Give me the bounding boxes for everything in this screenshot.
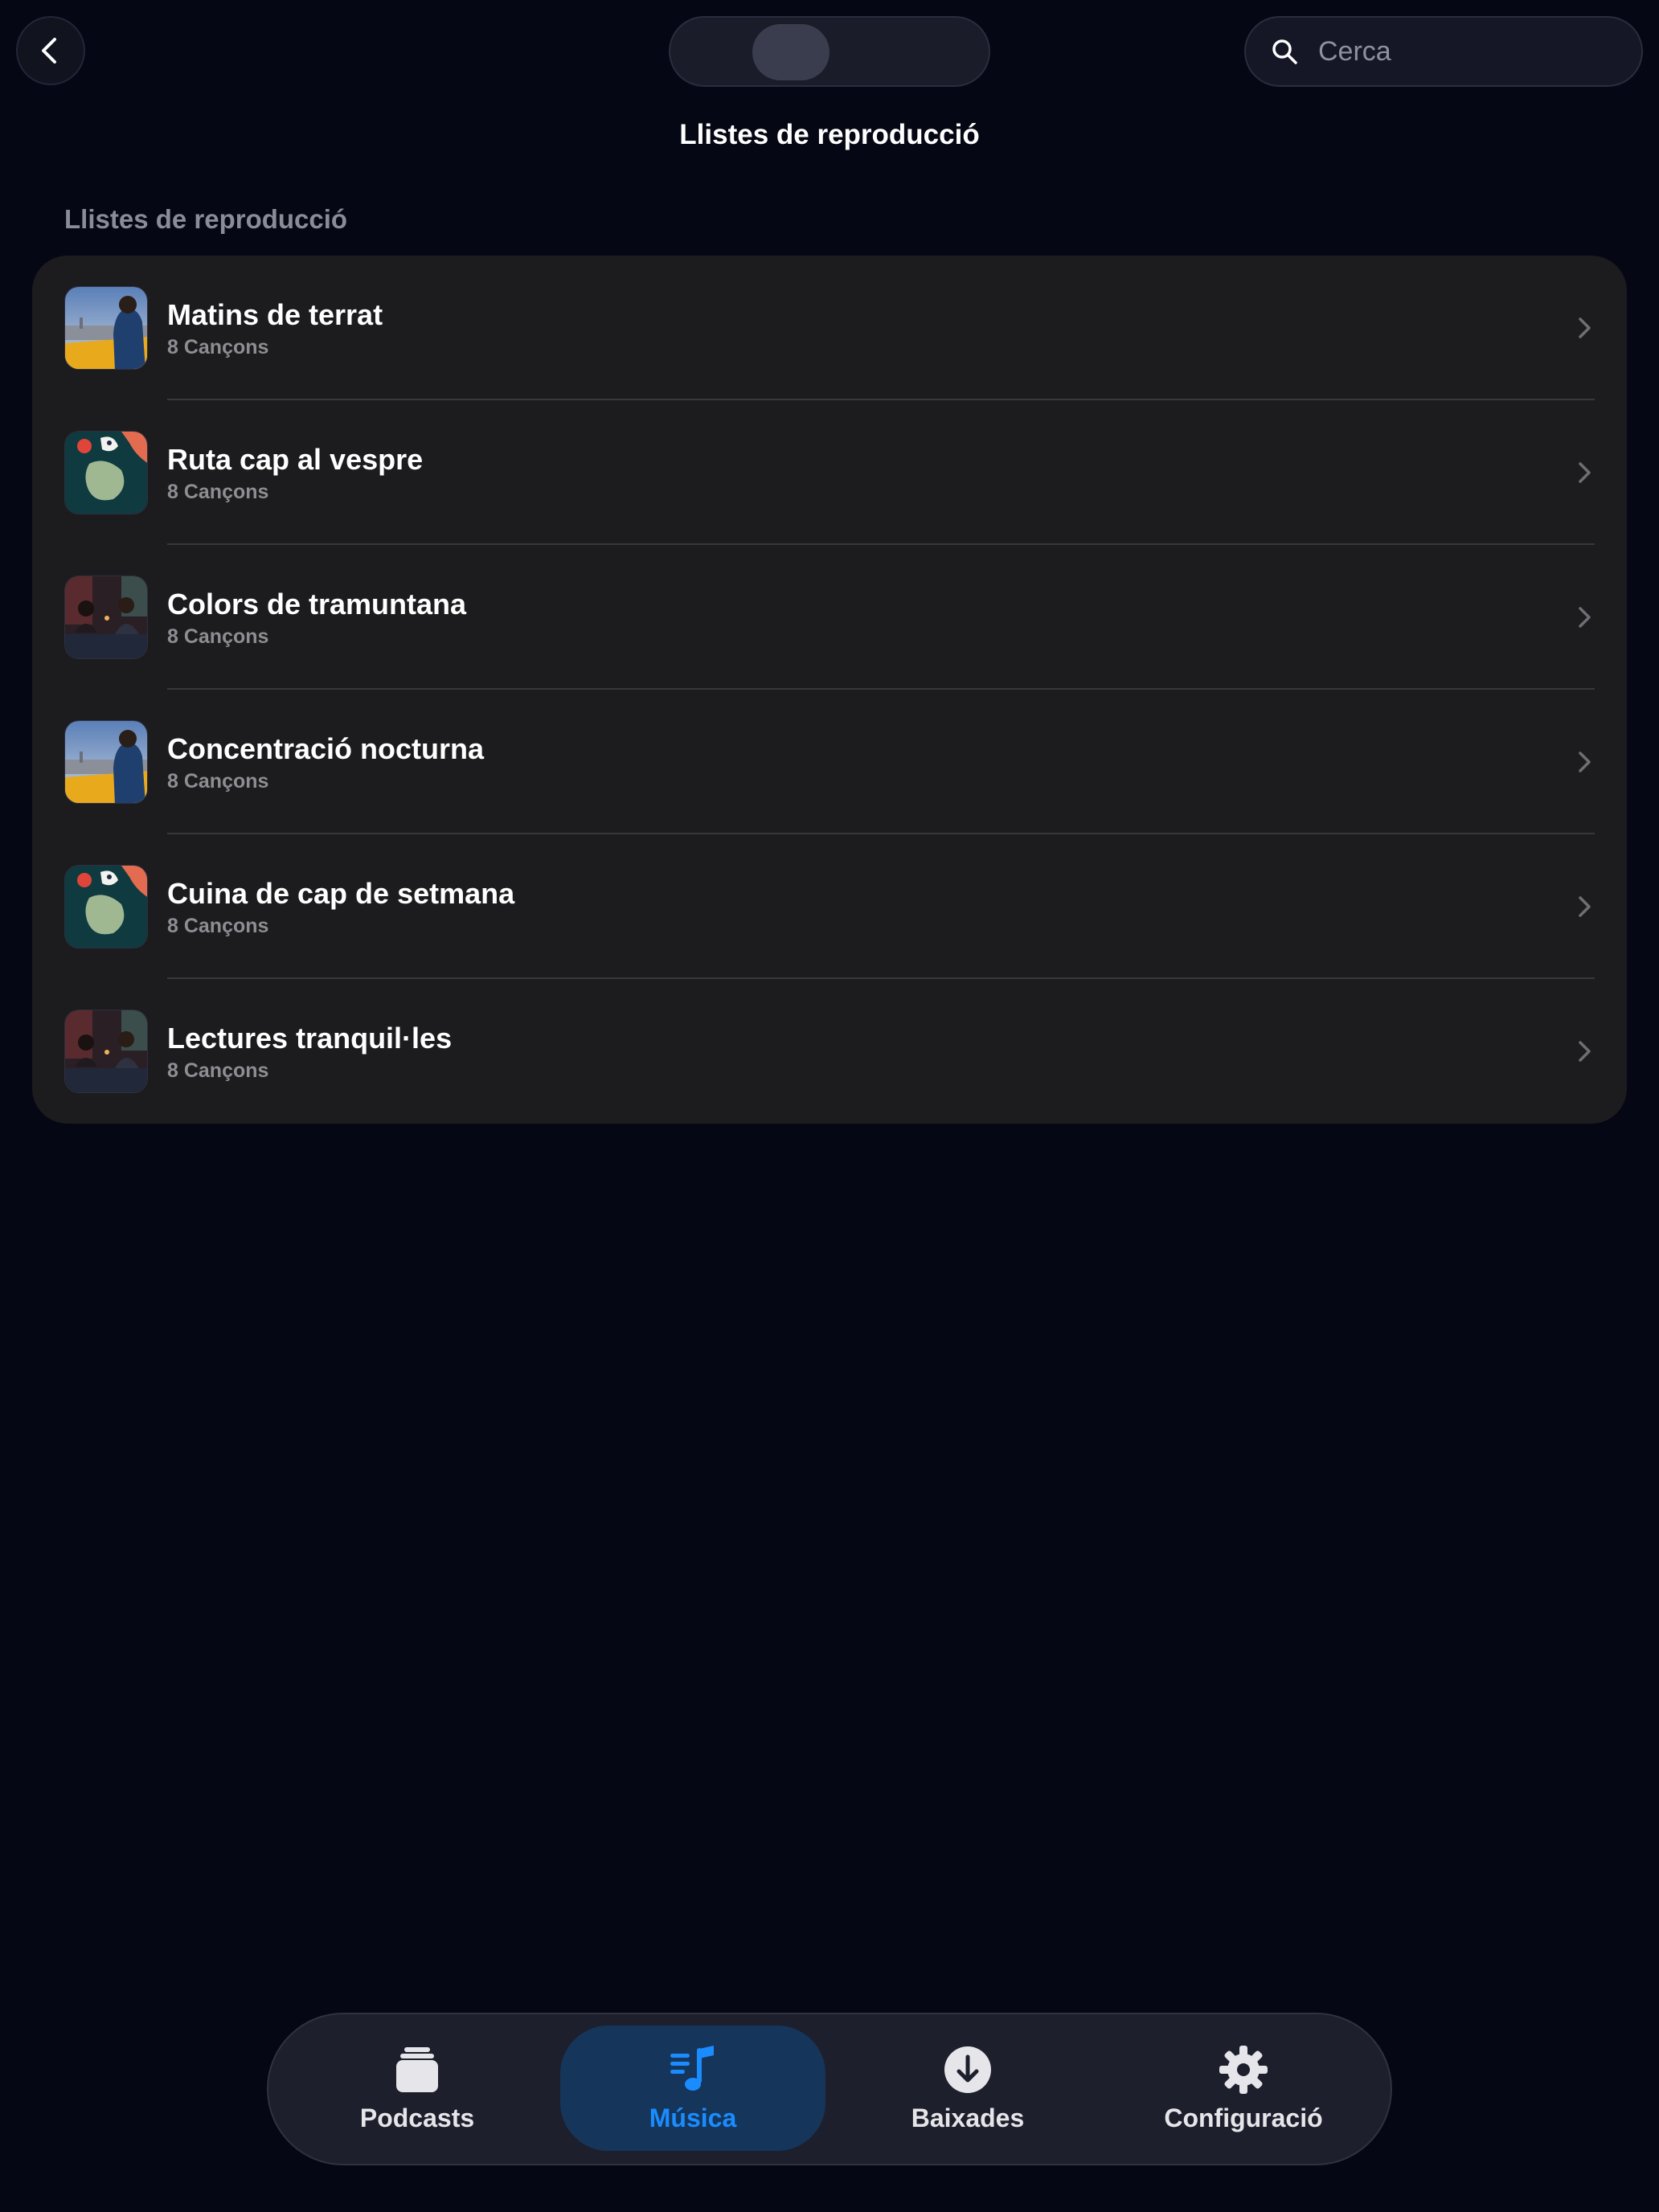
playlist-subtitle: 8 Cançons bbox=[167, 914, 269, 937]
tab-baixades[interactable]: Baixades bbox=[835, 2026, 1100, 2151]
playlist-subtitle: 8 Cançons bbox=[167, 480, 269, 503]
playlist-title: Lectures tranquil·les bbox=[167, 1021, 453, 1055]
chevron-left-icon bbox=[42, 38, 56, 63]
tab-label: Baixades bbox=[911, 2103, 1025, 2132]
gear-icon bbox=[1219, 2045, 1268, 2094]
tab-podcasts[interactable]: Podcasts bbox=[285, 2026, 550, 2151]
tab-label: Configuració bbox=[1164, 2103, 1323, 2132]
search-icon bbox=[1272, 39, 1297, 64]
download-icon bbox=[944, 2046, 991, 2093]
playlist-subtitle: 8 Cançons bbox=[167, 769, 269, 793]
playlist-row[interactable]: Cuina de cap de setmana 8 Cançons bbox=[32, 834, 1627, 979]
chevron-right-icon bbox=[1579, 1041, 1591, 1062]
chevron-right-icon bbox=[1579, 752, 1591, 772]
tab-bar: Podcasts Música Baixades Configuració bbox=[267, 2013, 1392, 2165]
chevron-right-icon bbox=[1579, 607, 1591, 628]
section-header: Llistes de reproducció bbox=[64, 204, 348, 234]
chevron-right-icon bbox=[1579, 462, 1591, 483]
playlist-row[interactable]: Ruta cap al vespre 8 Cançons bbox=[32, 400, 1627, 545]
abstract-artwork bbox=[64, 865, 148, 948]
tab-configuracio[interactable]: Configuració bbox=[1111, 2026, 1376, 2151]
playlist-title: Matins de terrat bbox=[167, 297, 383, 331]
search-input[interactable] bbox=[1317, 35, 1625, 68]
dinner-artwork bbox=[64, 576, 148, 659]
abstract-artwork bbox=[64, 431, 148, 514]
chevron-right-icon bbox=[1579, 317, 1591, 338]
rooftop-artwork bbox=[64, 720, 148, 804]
playlist-title: Colors de tramuntana bbox=[167, 587, 467, 621]
rooftop-artwork bbox=[64, 286, 148, 370]
playlist-title: Concentració nocturna bbox=[167, 731, 485, 765]
playlist-subtitle: 8 Cançons bbox=[167, 1059, 269, 1082]
search-field[interactable] bbox=[1244, 16, 1643, 87]
playlist-title: Ruta cap al vespre bbox=[167, 442, 424, 476]
playlist-subtitle: 8 Cançons bbox=[167, 625, 269, 648]
page-title: Llistes de reproducció bbox=[679, 119, 980, 150]
tab-musica[interactable]: Música bbox=[560, 2026, 825, 2151]
playlist-list: Matins de terrat 8 Cançons Ruta cap al v… bbox=[32, 256, 1627, 1124]
segmented-thumb[interactable] bbox=[752, 24, 830, 80]
dinner-artwork bbox=[64, 1010, 148, 1093]
playlists-screen: Llistes de reproducció Llistes de reprod… bbox=[0, 0, 1659, 2212]
segmented-control[interactable] bbox=[669, 16, 990, 87]
playlist-row[interactable]: Lectures tranquil·les 8 Cançons bbox=[32, 979, 1627, 1124]
tab-label: Podcasts bbox=[359, 2103, 475, 2132]
music-list-icon bbox=[670, 2045, 714, 2091]
playlist-title: Cuina de cap de setmana bbox=[167, 876, 515, 910]
stack-icon bbox=[396, 2046, 438, 2092]
playlist-row[interactable]: Colors de tramuntana 8 Cançons bbox=[32, 545, 1627, 690]
back-button[interactable] bbox=[16, 16, 85, 85]
playlist-subtitle: 8 Cançons bbox=[167, 335, 269, 358]
playlist-row[interactable]: Concentració nocturna 8 Cançons bbox=[32, 690, 1627, 834]
playlist-row[interactable]: Matins de terrat 8 Cançons bbox=[32, 256, 1627, 400]
chevron-right-icon bbox=[1579, 896, 1591, 917]
tab-label: Música bbox=[649, 2103, 737, 2132]
